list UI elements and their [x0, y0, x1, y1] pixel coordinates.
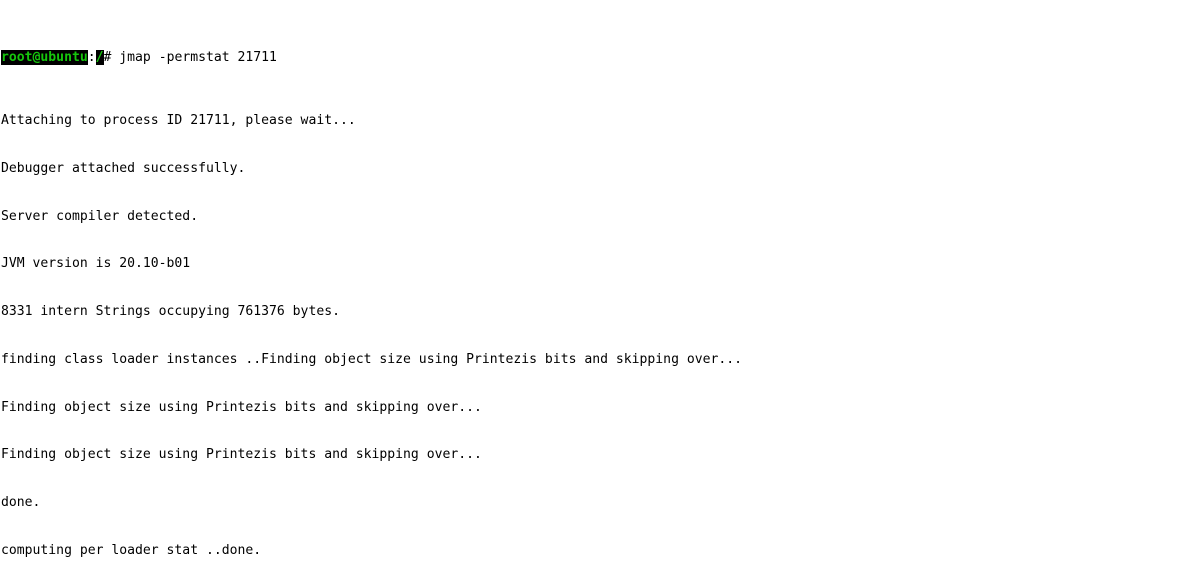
prompt-separator: : [87, 49, 96, 65]
output-line: Attaching to process ID 21711, please wa… [1, 113, 356, 129]
output-line: Debugger attached successfully. [1, 161, 246, 177]
prompt-line: root@ubuntu:/# jmap -permstat 21711 [1, 49, 1191, 66]
output-line: Server compiler detected. [1, 208, 199, 224]
prompt-user-host: root@ubuntu [1, 49, 88, 65]
output-line: computing per loader stat ..done. [1, 542, 262, 558]
output-line: 8331 intern Strings occupying 761376 byt… [1, 304, 340, 320]
output-line: finding class loader instances ..Finding… [1, 351, 743, 367]
output-line: JVM version is 20.10-b01 [1, 256, 191, 272]
command-text: jmap -permstat 21711 [111, 49, 277, 65]
output-line: done. [1, 494, 41, 510]
output-line: Finding object size using Printezis bits… [1, 447, 482, 463]
prompt-path: / [95, 49, 104, 65]
terminal-window[interactable]: root@ubuntu:/# jmap -permstat 21711 Atta… [0, 0, 1191, 584]
output-line: Finding object size using Printezis bits… [1, 399, 482, 415]
